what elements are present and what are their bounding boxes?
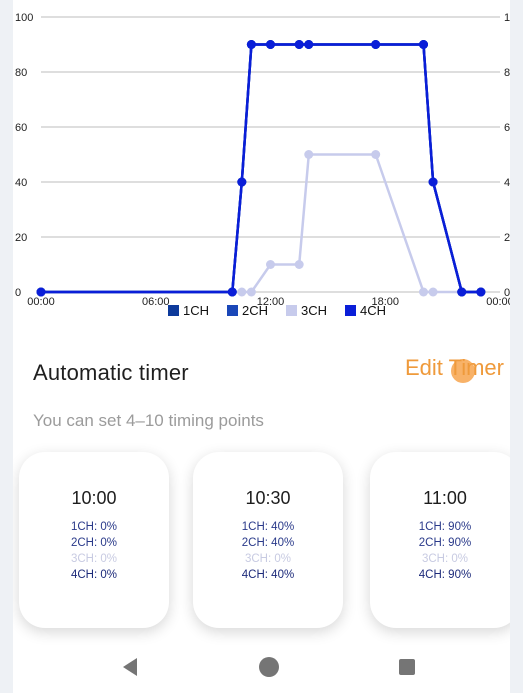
data-point-3ch	[246, 287, 256, 297]
x-tick-label: 00:00	[27, 296, 55, 308]
y-tick-label-left: 0	[15, 287, 21, 299]
timer-line-chart: 00202040406060808010010000:0006:0012:001…	[15, 12, 510, 318]
ch2-value: 2CH: 0%	[70, 537, 118, 549]
x-tick-label: 00:00	[486, 296, 510, 308]
data-point-3ch	[237, 287, 247, 297]
data-point-4ch	[227, 287, 237, 297]
data-point-4ch	[36, 287, 46, 297]
ch3-value: 3CH: 0%	[421, 553, 469, 565]
data-point-3ch	[371, 150, 381, 159]
timing-point-time: 10:30	[245, 488, 291, 508]
series-line-1ch	[41, 43, 481, 294]
ch3-value: 3CH: 0%	[70, 553, 118, 565]
y-tick-label-right: 60	[504, 122, 510, 134]
data-point-4ch	[428, 177, 438, 187]
y-tick-label-right: 20	[504, 232, 510, 244]
legend-swatch-2ch	[227, 305, 238, 316]
ch3-value: 3CH: 0%	[244, 553, 292, 565]
legend-label-4ch: 4CH	[360, 303, 386, 318]
home-icon[interactable]	[259, 657, 279, 677]
data-point-4ch	[419, 40, 428, 49]
y-tick-label-right: 100	[504, 12, 510, 24]
timing-point-card[interactable]: 11:00 1CH: 90% 2CH: 90% 3CH: 0% 4CH: 90%	[370, 452, 510, 628]
legend-swatch-3ch	[286, 305, 297, 316]
series-line-4ch	[41, 43, 481, 294]
ch1-value: 1CH: 40%	[241, 521, 295, 533]
data-point-3ch	[304, 150, 314, 159]
ch2-value: 2CH: 40%	[241, 537, 295, 549]
y-tick-label-left: 80	[15, 67, 27, 79]
section-title: Automatic timer	[33, 360, 189, 385]
data-point-4ch	[457, 287, 467, 297]
y-tick-label-left: 60	[15, 122, 27, 134]
y-tick-label-right: 40	[504, 177, 510, 189]
data-point-3ch	[428, 287, 438, 297]
system-nav-bar	[13, 642, 510, 693]
legend-swatch-4ch	[345, 305, 356, 316]
data-point-4ch	[304, 40, 314, 49]
y-tick-label-left: 40	[15, 177, 27, 189]
back-icon[interactable]	[123, 658, 137, 676]
timing-point-time: 11:00	[423, 488, 467, 508]
legend-label-1ch: 1CH	[183, 303, 209, 318]
y-tick-label-right: 80	[504, 67, 510, 79]
timing-point-time: 10:00	[71, 488, 117, 508]
data-point-3ch	[294, 260, 304, 269]
data-point-4ch	[266, 40, 275, 49]
timing-points-list[interactable]: 10:00 1CH: 0% 2CH: 0% 3CH: 0% 4CH: 0% 10…	[13, 452, 510, 632]
recents-icon[interactable]	[399, 659, 415, 675]
data-point-4ch	[237, 177, 247, 187]
ch4-value: 4CH: 0%	[70, 569, 118, 581]
timing-points-hint: You can set 4–10 timing points	[33, 411, 264, 430]
ch2-value: 2CH: 90%	[418, 537, 472, 549]
series-line-2ch	[41, 43, 481, 294]
ch1-value: 1CH: 90%	[418, 521, 472, 533]
legend-label-2ch: 2CH	[242, 303, 268, 318]
timing-point-card[interactable]: 10:30 1CH: 40% 2CH: 40% 3CH: 0% 4CH: 40%	[193, 452, 343, 628]
edit-timer-button[interactable]: Edit Timer	[405, 355, 504, 381]
legend-label-3ch: 3CH	[301, 303, 327, 318]
app-screen: 00202040406060808010010000:0006:0012:001…	[13, 0, 510, 693]
data-point-4ch	[246, 40, 256, 49]
ch4-value: 4CH: 40%	[241, 569, 295, 581]
y-tick-label-left: 20	[15, 232, 27, 244]
data-point-3ch	[419, 287, 428, 297]
x-tick-label: 06:00	[142, 296, 170, 308]
data-point-4ch	[476, 287, 486, 297]
data-point-3ch	[266, 260, 275, 269]
data-point-4ch	[294, 40, 304, 49]
ch1-value: 1CH: 0%	[70, 521, 118, 533]
series-line-3ch	[41, 153, 481, 294]
data-point-4ch	[371, 40, 381, 49]
legend-swatch-1ch	[168, 305, 179, 316]
ch4-value: 4CH: 90%	[418, 569, 472, 581]
y-tick-label-left: 100	[15, 12, 33, 24]
timing-point-card[interactable]: 10:00 1CH: 0% 2CH: 0% 3CH: 0% 4CH: 0%	[19, 452, 169, 628]
